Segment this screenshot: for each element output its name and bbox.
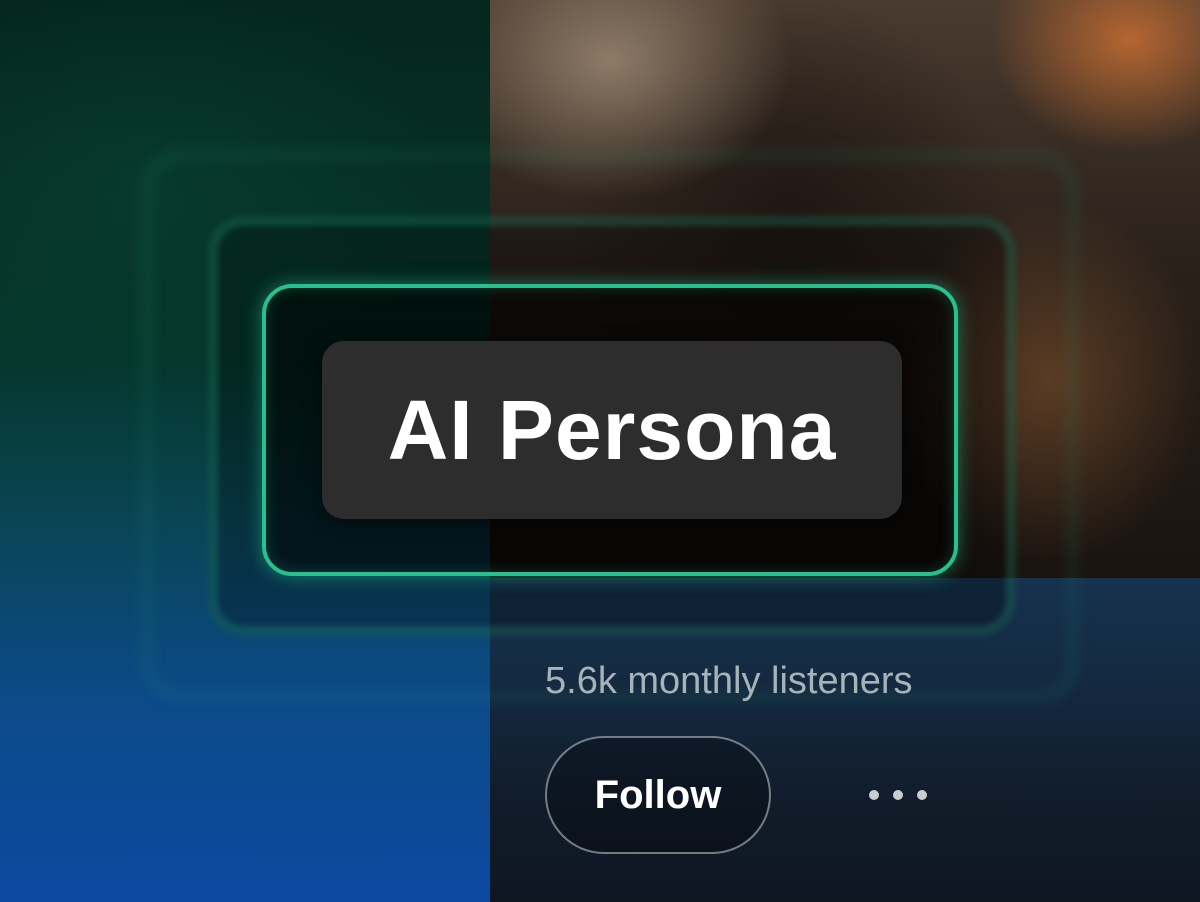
- dot: [893, 790, 903, 800]
- follow-button[interactable]: Follow: [545, 736, 771, 854]
- artist-name-badge: AI Persona: [322, 341, 902, 519]
- more-options-button[interactable]: [852, 770, 944, 820]
- artist-header: AI Persona 5.6k monthly listeners Follow: [0, 0, 1200, 902]
- artist-name: AI Persona: [387, 382, 837, 477]
- dot: [869, 790, 879, 800]
- dot: [917, 790, 927, 800]
- ellipsis-horizontal-icon: [869, 790, 927, 800]
- monthly-listeners: 5.6k monthly listeners: [545, 660, 913, 702]
- follow-button-label: Follow: [594, 772, 722, 817]
